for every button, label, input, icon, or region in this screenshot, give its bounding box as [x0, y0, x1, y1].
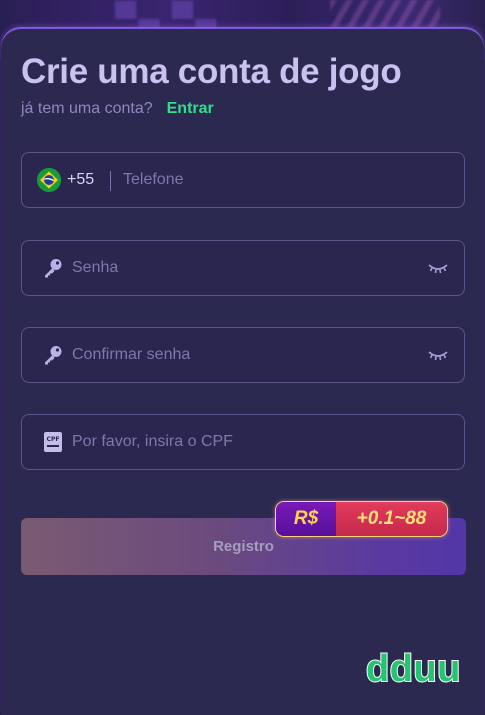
key-icon — [42, 257, 64, 279]
eye-closed-icon[interactable] — [428, 262, 448, 274]
login-link[interactable]: Entrar — [167, 100, 214, 117]
brazil-flag-icon — [37, 168, 61, 192]
cpf-placeholder: Por favor, insira o CPF — [72, 433, 233, 450]
cpf-icon-label: CPF — [47, 436, 60, 443]
login-prompt: já tem uma conta? Entrar — [21, 100, 214, 118]
brand-logo: dduu — [365, 647, 461, 691]
cpf-card-icon: CPF — [42, 431, 64, 453]
bonus-badge: R$ +0.1~88 — [275, 501, 448, 537]
country-code[interactable]: +55 — [67, 171, 94, 189]
confirm-password-placeholder: Confirmar senha — [72, 346, 191, 363]
page-title: Crie uma conta de jogo — [21, 52, 402, 91]
eye-closed-icon[interactable] — [428, 349, 448, 361]
password-placeholder: Senha — [72, 259, 119, 276]
phone-field[interactable]: +55 Telefone — [21, 152, 465, 208]
bonus-currency: R$ — [276, 502, 336, 536]
cpf-field[interactable]: CPF Por favor, insira o CPF — [21, 414, 465, 470]
password-field[interactable]: Senha — [21, 240, 465, 296]
field-divider — [110, 171, 111, 191]
have-account-text: já tem uma conta? — [21, 100, 153, 117]
confirm-password-field[interactable]: Confirmar senha — [21, 327, 465, 383]
key-icon — [42, 344, 64, 366]
bonus-amount: +0.1~88 — [336, 502, 447, 536]
register-button-label: Registro — [213, 538, 274, 555]
phone-placeholder: Telefone — [123, 171, 184, 188]
